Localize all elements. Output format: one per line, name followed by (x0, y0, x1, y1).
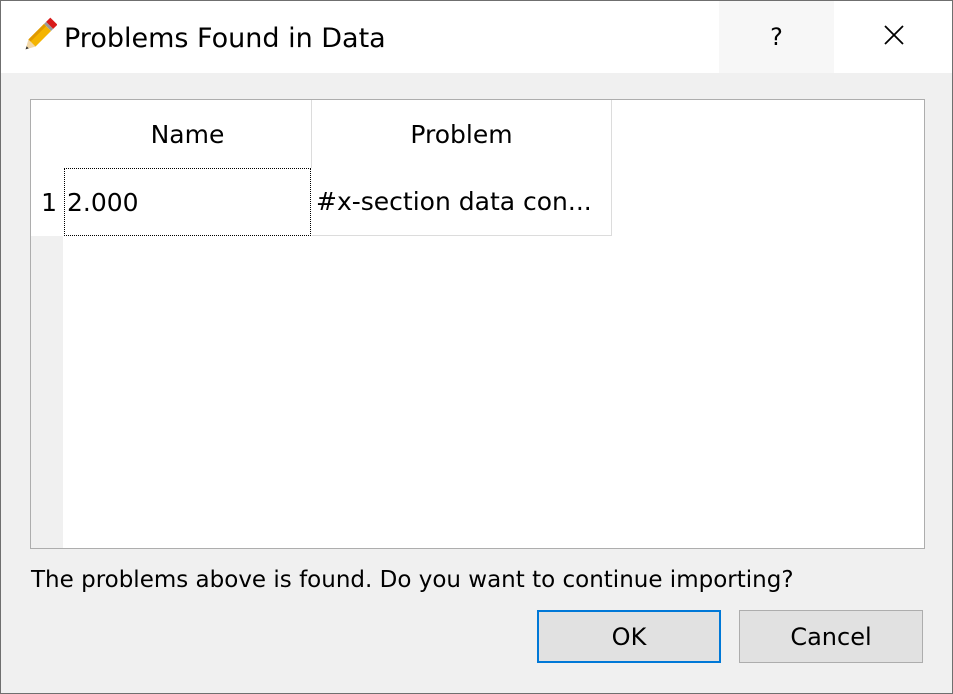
table-cell-name[interactable]: 2.000 (64, 168, 311, 236)
close-button[interactable] (835, 1, 952, 73)
ok-button[interactable]: OK (537, 610, 721, 663)
table-corner[interactable] (31, 100, 63, 168)
help-button[interactable]: ? (719, 1, 834, 73)
cell-text: #x-section data con... (316, 187, 592, 216)
column-header-name[interactable]: Name (64, 100, 312, 168)
pencil-icon (21, 17, 58, 55)
close-icon (883, 24, 905, 50)
window-title: Problems Found in Data (64, 23, 386, 54)
column-header-problem[interactable]: Problem (312, 100, 612, 168)
row-header-1[interactable]: 1 (31, 168, 63, 236)
column-header-label: Problem (410, 119, 513, 149)
cancel-button-label: Cancel (790, 622, 872, 651)
ok-button-label: OK (611, 622, 647, 651)
confirmation-message: The problems above is found. Do you want… (31, 567, 794, 593)
cancel-button[interactable]: Cancel (739, 610, 923, 663)
problems-table[interactable]: Name Problem 1 2.000 #x-section data con… (30, 99, 925, 549)
problems-dialog: Problems Found in Data ? Name Problem 1 … (0, 0, 953, 694)
table-cell-problem[interactable]: #x-section data con... (312, 168, 612, 236)
title-bar: Problems Found in Data ? (1, 1, 952, 73)
cell-text: 2.000 (67, 187, 139, 217)
help-label: ? (770, 23, 783, 51)
column-header-label: Name (150, 119, 225, 149)
row-number: 1 (41, 187, 57, 217)
